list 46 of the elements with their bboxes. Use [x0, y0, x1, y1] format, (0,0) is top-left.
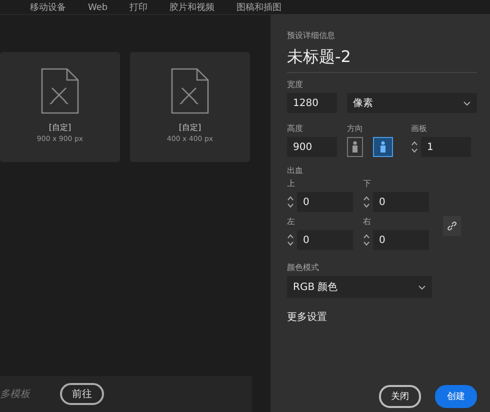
document-title[interactable]: 未标题-2 — [287, 41, 477, 73]
width-field[interactable]: 1280 — [287, 93, 337, 113]
number-field[interactable]: 0 — [373, 192, 429, 212]
field-label: 方向 — [347, 123, 364, 134]
preset-name: [自定] — [178, 122, 202, 133]
stepper-icon[interactable] — [363, 233, 370, 247]
number-field[interactable]: 0 — [297, 230, 353, 250]
number-field[interactable]: 1 — [421, 137, 471, 157]
more-settings[interactable]: 更多设置 — [287, 310, 477, 324]
category-tab[interactable]: 图稿和插图 — [236, 2, 282, 14]
portrait-button[interactable] — [347, 137, 363, 157]
field-label: 高度 — [287, 123, 304, 134]
category-tab[interactable]: 打印 — [130, 2, 148, 14]
height-field[interactable]: 900 — [287, 137, 337, 157]
panel-heading: 预设详细信息 — [287, 30, 336, 41]
stepper-icon[interactable] — [287, 195, 294, 209]
category-tab[interactable]: 胶片和视频 — [170, 2, 215, 14]
go-button[interactable]: 前往 — [60, 383, 104, 405]
person-icon — [352, 141, 358, 153]
field-label: 上 — [287, 178, 296, 189]
field-label: 宽度 — [287, 79, 304, 90]
number-field[interactable]: 0 — [297, 192, 353, 212]
person-icon — [380, 141, 386, 153]
field-label: 左 — [287, 216, 296, 227]
landscape-button[interactable] — [373, 137, 393, 157]
link-icon — [447, 221, 457, 231]
field-label: 画板 — [411, 123, 428, 134]
create-button[interactable]: 创建 — [435, 385, 477, 408]
close-button[interactable]: 关闭 — [379, 385, 421, 408]
preset-name: [自定] — [48, 122, 72, 133]
field-label: 颜色模式 — [287, 262, 320, 273]
unit-select[interactable]: 像素 — [347, 93, 477, 113]
chevron-down-icon — [418, 284, 426, 290]
category-tab[interactable]: Web — [88, 2, 108, 14]
category-tab[interactable]: 移动设备 — [30, 2, 66, 14]
link-button[interactable] — [443, 216, 461, 236]
field-label: 下 — [363, 178, 372, 189]
stepper-icon[interactable] — [411, 140, 418, 154]
chevron-down-icon — [463, 100, 471, 106]
stepper-icon[interactable] — [363, 195, 370, 209]
template-text: 多模板 — [0, 388, 30, 401]
color-mode-select[interactable]: RGB 颜色 — [287, 276, 432, 298]
stepper-icon[interactable] — [287, 233, 294, 247]
field-label: 右 — [363, 216, 372, 227]
number-field[interactable]: 0 — [373, 230, 429, 250]
section-label: 出血 — [287, 165, 304, 176]
